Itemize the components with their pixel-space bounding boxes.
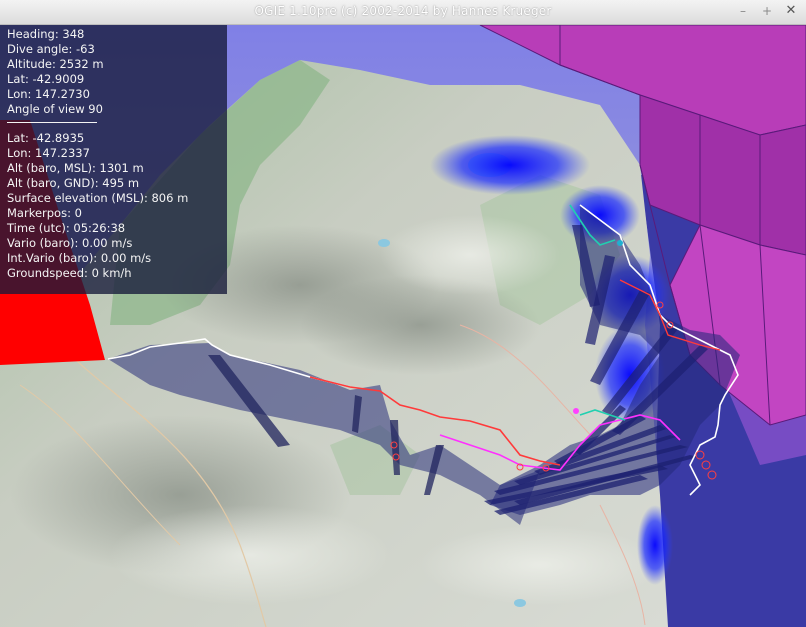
hud-alt-baro-msl: Alt (baro, MSL): 1301 m xyxy=(7,161,144,175)
hud-alt-baro-gnd: Alt (baro, GND): 495 m xyxy=(7,176,140,190)
track-marker xyxy=(617,240,623,246)
hud-lon: Lon: 147.2730 xyxy=(7,87,90,101)
app-window: OGIE 1.10pre (c) 2002-2014 by Hannes Kru… xyxy=(0,0,806,627)
hud-separator xyxy=(7,122,97,123)
terrain-highlight xyxy=(110,505,390,605)
hud-heading: Heading: 348 xyxy=(7,27,85,41)
hud-markerpos: Markerpos: 0 xyxy=(7,206,82,220)
hud-marker-lon: Lon: 147.2337 xyxy=(7,146,90,160)
terrain-highlight xyxy=(420,525,660,605)
airspace-blue-zone xyxy=(637,505,673,585)
hud-lat: Lat: -42.9009 xyxy=(7,72,85,86)
3d-viewport[interactable]: Heading: 348 Dive angle: -63 Altitude: 2… xyxy=(0,25,806,627)
lake xyxy=(514,599,526,607)
hud-info-panel: Heading: 348 Dive angle: -63 Altitude: 2… xyxy=(0,25,227,294)
track-marker xyxy=(573,408,579,414)
hud-groundspeed: Groundspeed: 0 km/h xyxy=(7,266,132,280)
hud-altitude: Altitude: 2532 m xyxy=(7,57,104,71)
hud-surface-elev: Surface elevation (MSL): 806 m xyxy=(7,191,189,205)
hud-dive-angle: Dive angle: -63 xyxy=(7,42,95,56)
minimize-button[interactable]: – xyxy=(736,3,750,19)
hud-vario: Vario (baro): 0.00 m/s xyxy=(7,236,133,250)
hud-angle-of-view: Angle of view 90 xyxy=(7,102,103,116)
airspace-blue-zone xyxy=(430,135,590,195)
hud-marker-lat: Lat: -42.8935 xyxy=(7,131,85,145)
maximize-button[interactable]: + xyxy=(760,3,774,19)
window-title: OGIE 1.10pre (c) 2002-2014 by Hannes Kru… xyxy=(254,4,552,18)
title-bar[interactable]: OGIE 1.10pre (c) 2002-2014 by Hannes Kru… xyxy=(0,0,806,25)
terrain-highlight xyxy=(380,215,560,295)
close-button[interactable]: ✕ xyxy=(784,3,798,19)
hud-int-vario: Int.Vario (baro): 0.00 m/s xyxy=(7,251,152,265)
lake xyxy=(378,239,390,247)
hud-time-utc: Time (utc): 05:26:38 xyxy=(7,221,126,235)
